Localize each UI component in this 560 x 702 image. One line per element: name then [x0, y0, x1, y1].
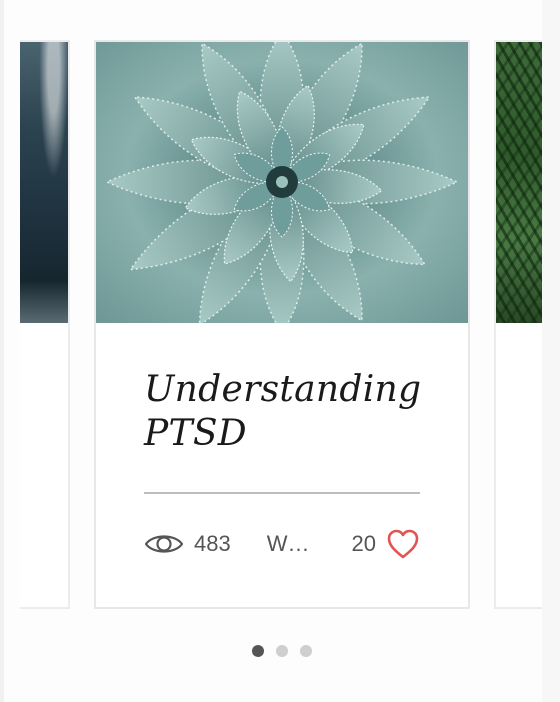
views-number: 483	[194, 531, 231, 556]
previous-card[interactable]	[20, 40, 70, 609]
views-count: 483	[144, 530, 231, 558]
pagination-dot-1[interactable]	[252, 645, 264, 657]
eye-icon	[144, 535, 184, 553]
post-card[interactable]: Understanding PTSD 483 W… 20	[94, 40, 470, 609]
post-stats: 483 W… 20	[144, 526, 420, 562]
next-card[interactable]	[494, 40, 542, 609]
blog-carousel: Understanding PTSD 483 W… 20	[0, 0, 560, 702]
divider	[144, 492, 420, 494]
likes-number: 20	[351, 531, 376, 556]
pagination-dot-3[interactable]	[300, 645, 312, 657]
post-title[interactable]: Understanding PTSD	[144, 368, 434, 456]
right-edge	[542, 0, 560, 702]
heart-outline-icon[interactable]	[386, 528, 420, 560]
carousel-pagination	[252, 645, 312, 657]
left-edge	[0, 0, 4, 702]
fern-leaves-image	[496, 42, 542, 323]
agave-succulent-image[interactable]	[96, 42, 468, 323]
pagination-dot-2[interactable]	[276, 645, 288, 657]
author-name[interactable]: W…	[267, 531, 317, 557]
likes: 20	[352, 528, 420, 560]
ocean-wave-image	[20, 42, 68, 323]
